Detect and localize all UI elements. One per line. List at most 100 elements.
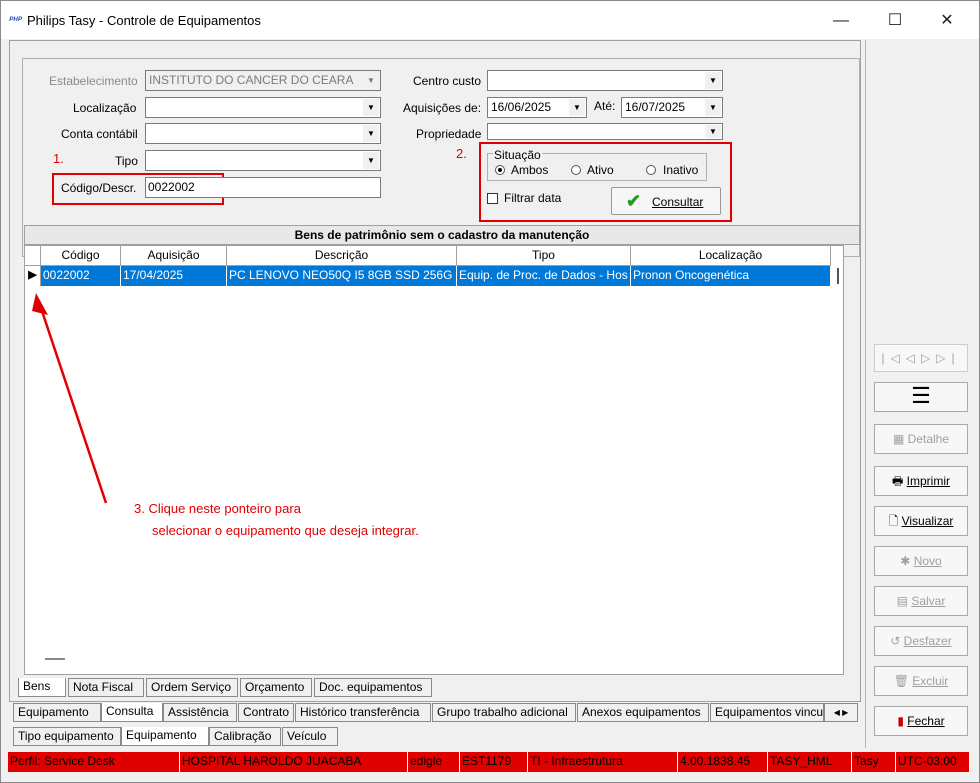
filtrar-data-checkbox[interactable] — [487, 193, 498, 204]
column-header-descricao[interactable]: Descrição — [227, 246, 457, 266]
grid-scroll-marker — [837, 268, 839, 284]
tab-consulta[interactable]: Consulta — [101, 703, 163, 722]
dropdown-arrow-icon[interactable]: ▼ — [569, 99, 585, 116]
dropdown-arrow-icon[interactable]: ▼ — [705, 72, 721, 89]
tab-equipamento[interactable]: Equipamento — [13, 703, 101, 722]
estabelecimento-label: Estabelecimento — [49, 74, 138, 88]
cell-descricao[interactable]: PC LENOVO NEO50Q I5 8GB SSD 256G — [227, 266, 457, 286]
codigo-label: Código/Descr. — [61, 181, 137, 195]
ate-date[interactable]: 16/07/2025 ▼ — [621, 97, 723, 118]
annotation-step3-line1: 3. Clique neste ponteiro para — [134, 501, 301, 516]
tab-orcamento[interactable]: Orçamento — [240, 678, 312, 697]
annotation-step3-line2: selecionar o equipamento que deseja inte… — [152, 523, 419, 538]
row-indicator-header — [25, 246, 41, 266]
save-icon: ▤ — [896, 594, 912, 608]
inativo-radio[interactable] — [646, 165, 656, 175]
localizacao-select[interactable]: ▼ — [145, 97, 381, 118]
dropdown-arrow-icon[interactable]: ▼ — [363, 152, 379, 169]
tab-veiculo[interactable]: Veículo — [282, 727, 338, 746]
title-bar: ᴾᴴᴾ Philips Tasy - Controle de Equipamen… — [1, 1, 979, 39]
novo-button: ✱ Novo — [874, 546, 968, 576]
dropdown-arrow-icon[interactable]: ▼ — [363, 125, 379, 142]
annotation-step2: 2. — [456, 146, 467, 161]
ambos-radio[interactable] — [495, 165, 505, 175]
tab-doc-equipamentos[interactable]: Doc. equipamentos — [314, 678, 432, 697]
dropdown-arrow-icon[interactable]: ▼ — [705, 125, 721, 138]
centro-custo-label: Centro custo — [413, 74, 482, 88]
status-version: 4.00.1838.45 — [678, 752, 768, 772]
menu-icon[interactable]: ☰ — [874, 382, 968, 412]
new-icon: ✱ — [900, 554, 914, 568]
situacao-label: Situação — [493, 148, 542, 162]
document-icon: 🗋 — [888, 514, 902, 528]
centro-custo-select[interactable]: ▼ — [487, 70, 723, 91]
row-pointer-icon[interactable]: ▶ — [25, 266, 41, 286]
tab-equipamentos-vinculados[interactable]: Equipamentos vincu — [710, 703, 824, 722]
tab-tipo-equipamento[interactable]: Tipo equipamento — [13, 727, 121, 746]
imprimir-button[interactable]: 🖶 Imprimir — [874, 466, 968, 496]
grid-divider — [45, 658, 65, 660]
estabelecimento-select: INSTITUTO DO CANCER DO CEARA ▼ — [145, 70, 381, 91]
conta-contabil-select[interactable]: ▼ — [145, 123, 381, 144]
status-timezone: UTC-03:00 — [896, 752, 970, 772]
ambos-label[interactable]: Ambos — [511, 163, 548, 177]
tab-equipamento-main[interactable]: Equipamento — [121, 727, 209, 746]
tab-scroll-arrows[interactable]: ◀ ▶ — [824, 703, 858, 722]
ate-label: Até: — [594, 99, 616, 113]
inativo-label[interactable]: Inativo — [663, 163, 698, 177]
detalhe-button: ▦ Detalhe — [874, 424, 968, 454]
right-toolbar: |◁◁▷▷| ☰ ▦ Detalhe 🖶 Imprimir 🗋 Visualiz… — [865, 40, 977, 748]
tab-contrato[interactable]: Contrato — [238, 703, 294, 722]
status-hospital: HOSPITAL HAROLDO JUACABA — [180, 752, 408, 772]
cell-aquisicao[interactable]: 17/04/2025 — [121, 266, 227, 286]
cell-localizacao[interactable]: Pronon Oncogenética — [631, 266, 831, 286]
tipo-select[interactable]: ▼ — [145, 150, 381, 171]
salvar-button: ▤ Salvar — [874, 586, 968, 616]
consultar-button[interactable]: ✔ Consultar — [611, 187, 721, 215]
codigo-input[interactable]: 0022002 — [145, 177, 381, 198]
status-database: TASY_HML — [768, 752, 852, 772]
column-header-tipo[interactable]: Tipo — [457, 246, 631, 266]
fechar-button[interactable]: ▮ Fechar — [874, 706, 968, 736]
tabs-row-2: Equipamento Consulta Assistência Contrat… — [9, 703, 861, 725]
close-button[interactable]: ✕ — [927, 9, 967, 33]
aquisicoes-de-date[interactable]: 16/06/2025 ▼ — [487, 97, 587, 118]
tabs-row-3: Tipo equipamento Equipamento Calibração … — [9, 727, 861, 749]
tab-grupo-trabalho[interactable]: Grupo trabalho adicional — [432, 703, 576, 722]
conta-contabil-label: Conta contábil — [61, 127, 138, 141]
grid-title: Bens de patrimônio sem o cadastro da man… — [24, 225, 860, 245]
printer-icon: 🖶 — [892, 474, 907, 488]
maximize-button[interactable]: ☐ — [875, 9, 915, 33]
tab-assistencia[interactable]: Assistência — [163, 703, 237, 722]
column-header-aquisicao[interactable]: Aquisição — [121, 246, 227, 266]
dropdown-arrow-icon[interactable]: ▼ — [705, 99, 721, 116]
filtrar-data-label[interactable]: Filtrar data — [504, 191, 561, 205]
tab-historico-transferencia[interactable]: Histórico transferência — [295, 703, 431, 722]
consultar-label: Consultar — [652, 195, 704, 209]
aquisicoes-label: Aquisições de: — [403, 101, 482, 115]
dropdown-arrow-icon[interactable]: ▼ — [363, 99, 379, 116]
undo-icon: ↺ — [890, 634, 904, 648]
trash-icon: 🗑 — [893, 674, 913, 688]
tab-nota-fiscal[interactable]: Nota Fiscal — [68, 678, 144, 697]
propriedade-label: Propriedade — [416, 127, 482, 141]
ativo-label[interactable]: Ativo — [587, 163, 614, 177]
column-header-codigo[interactable]: Código — [41, 246, 121, 266]
tab-ordem-servico[interactable]: Ordem Serviço — [146, 678, 238, 697]
window-title: Philips Tasy - Controle de Equipamentos — [27, 13, 261, 28]
ativo-radio[interactable] — [571, 165, 581, 175]
cell-tipo[interactable]: Equip. de Proc. de Dados - Hos — [457, 266, 631, 286]
exit-door-icon: ▮ — [897, 714, 908, 728]
tab-anexos[interactable]: Anexos equipamentos — [577, 703, 709, 722]
cell-codigo[interactable]: 0022002 — [41, 266, 121, 286]
localizacao-label: Localização — [73, 101, 137, 115]
minimize-button[interactable]: — — [821, 9, 861, 33]
visualizar-button[interactable]: 🗋 Visualizar — [874, 506, 968, 536]
propriedade-select[interactable]: ▼ — [487, 123, 723, 140]
record-navigation: |◁◁▷▷| — [874, 344, 968, 372]
status-user: edigle — [408, 752, 460, 772]
tab-calibracao[interactable]: Calibração — [209, 727, 281, 746]
tab-bens[interactable]: Bens — [18, 678, 66, 697]
column-header-localizacao[interactable]: Localização — [631, 246, 831, 266]
desfazer-button: ↺ Desfazer — [874, 626, 968, 656]
